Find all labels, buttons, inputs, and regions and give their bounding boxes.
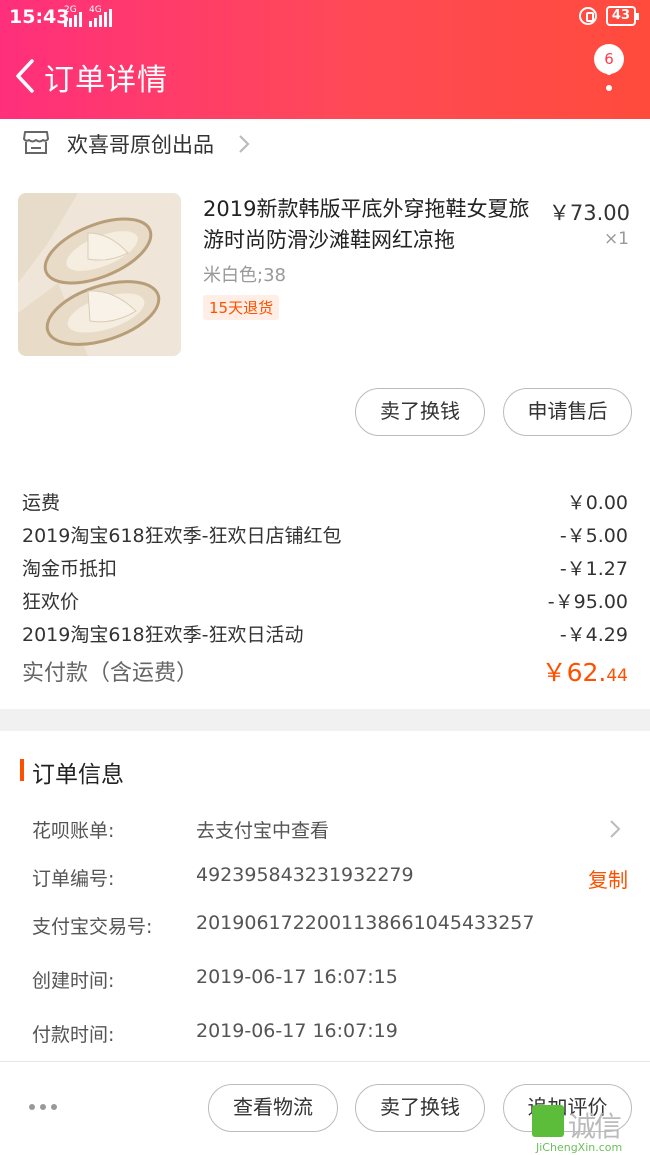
signal-icon: 2G [64, 5, 82, 27]
product-title[interactable]: 2019新款韩版平底外穿拖鞋女夏旅游时尚防滑沙滩鞋网红凉拖 [203, 194, 543, 256]
info-key: 花呗账单: [32, 820, 115, 842]
signal-icon: 4G [89, 5, 112, 27]
bottom-divider [0, 1061, 650, 1062]
fee-value: -￥95.00 [547, 591, 628, 613]
sell-for-cash-button[interactable]: 卖了换钱 [355, 388, 485, 436]
watermark-logo [532, 1105, 564, 1137]
product-quantity: ×1 [603, 229, 629, 249]
total-value-cents: 44 [606, 666, 628, 686]
info-key: 订单编号: [32, 868, 115, 890]
status-right: 43 [578, 6, 640, 26]
chevron-right-icon [610, 820, 621, 838]
status-bar: 15:43 2G 4G 43 [0, 0, 650, 34]
lock-rotation-icon [578, 7, 597, 25]
watermark-url: JiChengXin.com [536, 1141, 623, 1154]
more-icon [606, 69, 612, 75]
battery-icon: 43 [605, 6, 640, 26]
network-indicators: 2G 4G [64, 5, 112, 27]
info-value: 2019-06-17 16:07:15 [196, 966, 398, 988]
fee-label: 2019淘宝618狂欢季-狂欢日活动 [22, 624, 304, 646]
total-paid-row: 实付款（含运费） ￥62.44 [22, 653, 628, 689]
fee-row: 运费 ￥0.00 [22, 488, 628, 518]
app-header: 15:43 2G 4G 43 订单详情 6 [0, 0, 650, 119]
info-key: 付款时间: [32, 1024, 115, 1046]
paid-time-row: 付款时间: 2019-06-17 16:07:19 [32, 1020, 628, 1050]
fee-row: 狂欢价 -￥95.00 [22, 587, 628, 617]
copy-button[interactable]: 复制 [588, 864, 628, 893]
info-value: 去支付宝中查看 [196, 820, 330, 842]
info-value: 492395843231932279 [196, 864, 414, 886]
section-title: 订单信息 [32, 762, 124, 788]
store-icon [23, 131, 49, 154]
order-number-row: 订单编号: 492395843231932279 复制 [32, 864, 628, 894]
fee-value: ￥0.00 [566, 492, 628, 514]
page-title: 订单详情 [44, 63, 168, 98]
created-time-row: 创建时间: 2019-06-17 16:07:15 [32, 966, 628, 996]
total-value-main: ￥62. [541, 658, 607, 687]
status-time: 15:43 [9, 6, 70, 28]
section-divider [0, 709, 650, 731]
total-value: ￥62.44 [542, 653, 628, 689]
battery-level: 43 [611, 8, 630, 23]
fee-row: 淘金币抵扣 -￥1.27 [22, 554, 628, 584]
network-type-1: 2G [64, 5, 77, 15]
site-watermark: 诚信 JiChengXin.com [532, 1105, 650, 1155]
info-key: 支付宝交易号: [32, 916, 153, 938]
more-actions-icon[interactable] [29, 1104, 57, 1110]
huabei-bill-row[interactable]: 花呗账单: 去支付宝中查看 [32, 816, 628, 846]
back-icon[interactable] [12, 58, 42, 94]
heading-accent-bar [20, 759, 24, 781]
fee-row: 2019淘宝618狂欢季-狂欢日活动 -￥4.29 [22, 620, 628, 650]
product-price: ￥73.00 [548, 201, 630, 225]
shop-name: 欢喜哥原创出品 [67, 133, 214, 157]
fee-value: -￥1.27 [559, 558, 628, 580]
fee-value: -￥4.29 [559, 624, 628, 646]
chevron-right-icon [239, 135, 250, 153]
product-sku: 米白色;38 [203, 265, 286, 286]
product-image[interactable] [18, 193, 181, 356]
after-sale-button[interactable]: 申请售后 [503, 388, 632, 436]
total-label: 实付款（含运费） [22, 661, 199, 686]
fee-value: -￥5.00 [559, 525, 628, 547]
fee-label: 2019淘宝618狂欢季-狂欢日店铺红包 [22, 525, 342, 547]
view-logistics-button[interactable]: 查看物流 [208, 1084, 338, 1132]
alipay-trade-row: 支付宝交易号: 2019061722001138661045433257 [32, 912, 628, 942]
info-value: 2019-06-17 16:07:19 [196, 1020, 398, 1042]
shop-row[interactable]: 欢喜哥原创出品 [0, 119, 650, 167]
info-value: 2019061722001138661045433257 [196, 912, 535, 934]
fee-row: 2019淘宝618狂欢季-狂欢日店铺红包 -￥5.00 [22, 521, 628, 551]
fee-label: 运费 [22, 492, 61, 514]
fee-label: 狂欢价 [22, 591, 80, 613]
sell-for-cash-button-bottom[interactable]: 卖了换钱 [355, 1084, 485, 1132]
fee-label: 淘金币抵扣 [22, 558, 118, 580]
more-menu-button[interactable]: 6 [594, 44, 628, 96]
watermark-text: 诚信 [568, 1110, 622, 1143]
network-type-2: 4G [89, 5, 102, 15]
return-policy-badge: 15天退货 [203, 295, 280, 320]
info-key: 创建时间: [32, 970, 115, 992]
